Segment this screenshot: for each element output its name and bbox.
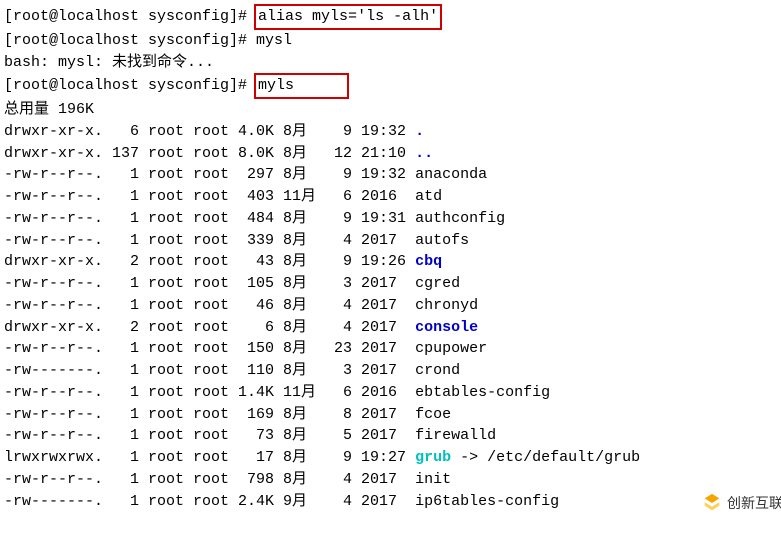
filename: autofs (415, 232, 469, 249)
filename: atd (415, 188, 442, 205)
file-row: -rw-r--r--. 1 root root 105 8月 3 2017 cg… (4, 273, 781, 295)
filename: grub (415, 449, 451, 466)
filename: ebtables-config (415, 384, 550, 401)
filename: firewalld (415, 427, 496, 444)
file-row: -rw-r--r--. 1 root root 297 8月 9 19:32 a… (4, 164, 781, 186)
filename: chronyd (415, 297, 478, 314)
file-row: -rw-r--r--. 1 root root 403 11月 6 2016 a… (4, 186, 781, 208)
alias-command-highlight: alias myls='ls -alh' (254, 4, 442, 30)
filename: cpupower (415, 340, 487, 357)
watermark-text: 创新互联 (727, 493, 781, 513)
file-row: -rw-r--r--. 1 root root 169 8月 8 2017 fc… (4, 404, 781, 426)
file-row: -rw-------. 1 root root 2.4K 9月 4 2017 i… (4, 491, 781, 513)
file-row: -rw-r--r--. 1 root root 150 8月 23 2017 c… (4, 338, 781, 360)
file-row: lrwxrwxrwx. 1 root root 17 8月 9 19:27 gr… (4, 447, 781, 469)
filename: crond (415, 362, 460, 379)
filename: init (415, 471, 451, 488)
filename: .. (415, 145, 433, 162)
file-row: drwxr-xr-x. 6 root root 4.0K 8月 9 19:32 … (4, 121, 781, 143)
filename: authconfig (415, 210, 505, 227)
file-row: -rw-r--r--. 1 root root 1.4K 11月 6 2016 … (4, 382, 781, 404)
filename: anaconda (415, 166, 487, 183)
file-row: -rw-r--r--. 1 root root 339 8月 4 2017 au… (4, 230, 781, 252)
filename: fcoe (415, 406, 451, 423)
file-row: -rw-r--r--. 1 root root 484 8月 9 19:31 a… (4, 208, 781, 230)
file-row: -rw-r--r--. 1 root root 46 8月 4 2017 chr… (4, 295, 781, 317)
filename: console (415, 319, 478, 336)
command-line-2: [root@localhost sysconfig]# mysl (4, 30, 781, 52)
file-row: drwxr-xr-x. 2 root root 43 8月 9 19:26 cb… (4, 251, 781, 273)
command-line-1: [root@localhost sysconfig]# alias myls='… (4, 4, 781, 30)
filename: cbq (415, 253, 442, 270)
file-row: drwxr-xr-x. 2 root root 6 8月 4 2017 cons… (4, 317, 781, 339)
typed-command-mysl: mysl (256, 32, 292, 49)
logo-icon (701, 492, 723, 514)
filename: cgred (415, 275, 460, 292)
myls-command-highlight: myls (254, 73, 349, 99)
terminal-output: [root@localhost sysconfig]# alias myls='… (4, 4, 781, 512)
file-row: -rw-------. 1 root root 110 8月 3 2017 cr… (4, 360, 781, 382)
prompt: [root@localhost sysconfig]# (4, 77, 256, 94)
command-line-3: [root@localhost sysconfig]# myls (4, 73, 781, 99)
file-row: drwxr-xr-x. 137 root root 8.0K 8月 12 21:… (4, 143, 781, 165)
total-line: 总用量 196K (4, 99, 781, 121)
prompt: [root@localhost sysconfig]# (4, 32, 256, 49)
prompt: [root@localhost sysconfig]# (4, 8, 256, 25)
watermark: 创新互联 (701, 492, 781, 514)
filename: ip6tables-config (415, 493, 559, 510)
file-listing: drwxr-xr-x. 6 root root 4.0K 8月 9 19:32 … (4, 121, 781, 513)
file-row: -rw-r--r--. 1 root root 798 8月 4 2017 in… (4, 469, 781, 491)
filename: . (415, 123, 424, 140)
error-output: bash: mysl: 未找到命令... (4, 52, 781, 74)
file-row: -rw-r--r--. 1 root root 73 8月 5 2017 fir… (4, 425, 781, 447)
